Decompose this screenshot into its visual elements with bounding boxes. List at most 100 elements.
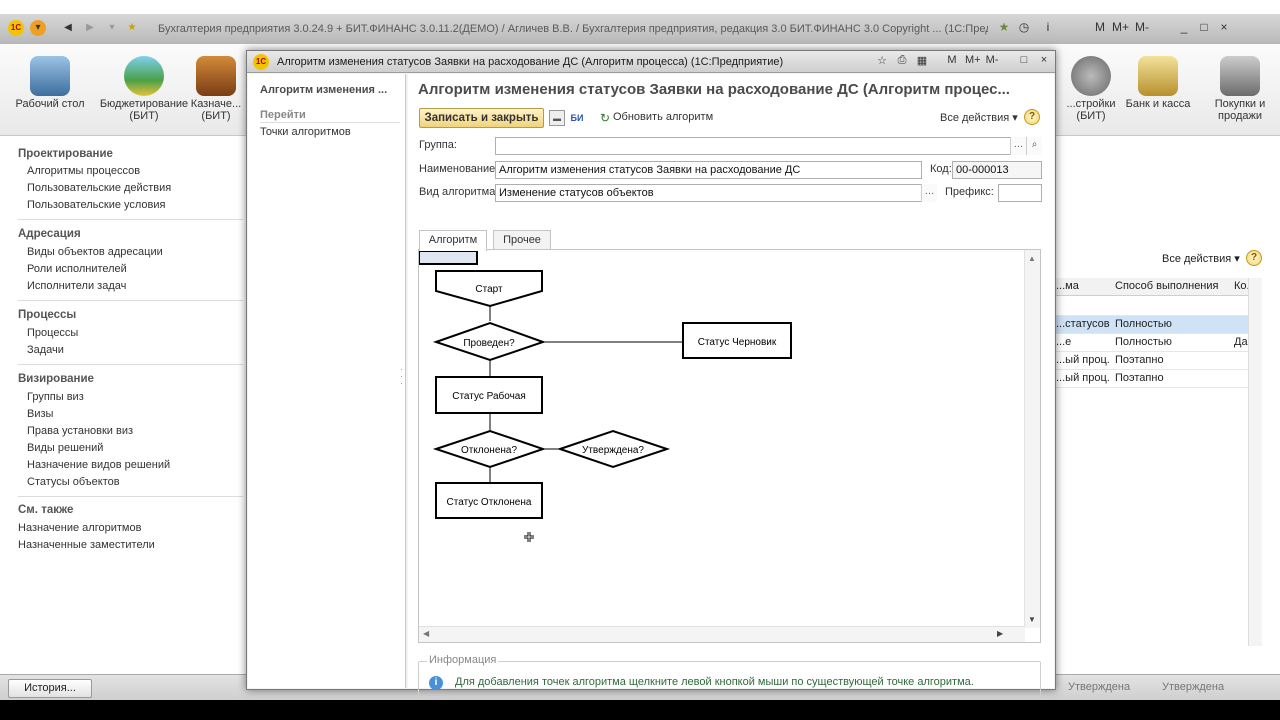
m-plus-button[interactable]: M+ <box>1112 20 1129 34</box>
info-icon: i <box>429 676 443 690</box>
prefix-field[interactable] <box>998 184 1042 202</box>
scroll-down-icon[interactable]: ▼ <box>1028 615 1036 624</box>
refresh-icon[interactable]: ↻ <box>597 110 613 126</box>
nav-item-processes[interactable]: Процессы <box>27 327 78 339</box>
1c-logo-icon[interactable]: 1С <box>8 20 24 36</box>
history-button[interactable]: История... <box>8 679 92 698</box>
horizontal-scrollbar[interactable]: ◀ ▶ <box>419 626 1025 642</box>
section-label: Казначе... (БИТ) <box>190 98 242 122</box>
link-icon[interactable]: ⎙ <box>895 54 909 67</box>
favorite-icon[interactable]: ☆ <box>875 54 889 67</box>
code-field[interactable]: 00-000013 <box>952 161 1042 179</box>
section-desktop[interactable]: Рабочий стол <box>2 44 98 110</box>
section-label: Покупки и продажи <box>1214 98 1266 122</box>
close-button[interactable]: × <box>1037 54 1051 66</box>
select-button[interactable]: … <box>921 184 937 202</box>
selection-frame[interactable] <box>419 250 478 265</box>
nav-item-visas[interactable]: Визы <box>27 408 53 420</box>
desktop-icon <box>30 56 70 96</box>
vertical-scrollbar[interactable]: ▲ ▼ <box>1024 250 1040 628</box>
divider <box>18 496 243 497</box>
move-cursor-icon <box>524 532 534 542</box>
vertical-scrollbar[interactable] <box>1248 278 1262 646</box>
table-row[interactable] <box>1056 298 1248 316</box>
splitter-handle[interactable]: · · · <box>400 365 403 388</box>
refresh-algorithm-button[interactable]: Обновить алгоритм <box>613 111 713 123</box>
m-button[interactable]: M <box>1092 20 1108 34</box>
nav-group-title: Адресация <box>18 228 81 240</box>
nav-item-tasks[interactable]: Задачи <box>27 344 64 356</box>
nav-item-process-algorithms[interactable]: Алгоритмы процессов <box>27 165 140 177</box>
help-icon[interactable]: ? <box>1024 109 1040 125</box>
help-icon[interactable]: ? <box>1246 250 1262 266</box>
star-icon[interactable]: ★ <box>996 20 1012 34</box>
nav-item-visa-rights[interactable]: Права установки виз <box>27 425 133 437</box>
calendar-icon[interactable]: ▦ <box>915 54 929 67</box>
save-icon[interactable]: ▬ <box>549 110 565 126</box>
dropdown-icon[interactable]: ▾ <box>104 20 120 36</box>
nav-item-decision-assign[interactable]: Назначение видов решений <box>27 459 170 471</box>
column-header[interactable]: ...ма <box>1056 280 1110 292</box>
all-actions-menu[interactable]: Все действия ▾ <box>940 111 1018 124</box>
nav-item-user-conditions[interactable]: Пользовательские условия <box>27 199 166 211</box>
settings-gear-icon <box>1071 56 1111 96</box>
window-navigation: Алгоритм изменения ... Перейти Точки алг… <box>248 74 406 688</box>
m-icon[interactable]: i <box>1040 20 1056 34</box>
save-and-close-button[interactable]: Записать и закрыть <box>419 108 544 128</box>
all-actions-menu[interactable]: Все действия ▾ <box>1162 252 1240 265</box>
bit-icon[interactable]: БИ <box>569 110 585 126</box>
nav-item-algorithm-assign[interactable]: Назначение алгоритмов <box>18 522 141 534</box>
table-row[interactable]: ...е Полностью Да <box>1056 334 1248 352</box>
nav-group-title: Проектирование <box>18 148 113 160</box>
forward-icon[interactable]: ▶ <box>82 20 98 36</box>
nav-item-visa-groups[interactable]: Группы виз <box>27 391 84 403</box>
nav-item-algorithm-points[interactable]: Точки алгоритмов <box>260 126 351 138</box>
section-budget[interactable]: Бюджетирование (БИТ) <box>96 44 192 122</box>
maximize-button[interactable]: □ <box>1017 54 1031 66</box>
nav-item-task-executors[interactable]: Исполнители задач <box>27 280 126 292</box>
column-header[interactable]: Ко... <box>1234 280 1248 292</box>
m-minus-button[interactable]: M- <box>1134 20 1150 34</box>
back-icon[interactable]: ◀ <box>60 20 76 36</box>
tab-other[interactable]: Прочее <box>493 230 551 250</box>
section-bank[interactable]: Банк и касса <box>1110 44 1206 110</box>
select-button[interactable]: … <box>1010 137 1026 155</box>
scroll-left-icon[interactable]: ◀ <box>423 629 429 638</box>
nav-item-object-statuses[interactable]: Статусы объектов <box>27 476 120 488</box>
search-icon[interactable]: ⌕ <box>1026 137 1042 155</box>
scroll-right-icon[interactable]: ▶ <box>997 629 1003 638</box>
name-label: Наименование: <box>419 163 499 175</box>
status-item[interactable]: Утверждена <box>1162 681 1224 693</box>
algorithm-diagram-canvas[interactable]: Старт Проведен? Статус Черновик Статус Р… <box>418 249 1041 643</box>
algorithm-window: 1С Алгоритм изменения статусов Заявки на… <box>246 50 1056 697</box>
minimize-button[interactable]: _ <box>1176 20 1192 34</box>
m-minus-button[interactable]: M- <box>985 54 999 66</box>
window-titlebar[interactable]: 1С Алгоритм изменения статусов Заявки на… <box>247 51 1055 73</box>
tab-algorithm[interactable]: Алгоритм <box>419 230 487 251</box>
section-treasury[interactable]: Казначе... (БИТ) <box>188 44 244 122</box>
history-icon[interactable]: ◷ <box>1016 20 1032 34</box>
menu-arrow-icon[interactable]: ▾ <box>30 20 46 36</box>
scroll-up-icon[interactable]: ▲ <box>1028 254 1036 263</box>
nav-item-user-actions[interactable]: Пользовательские действия <box>27 182 171 194</box>
m-button[interactable]: M <box>945 54 959 66</box>
close-button[interactable]: × <box>1216 20 1232 34</box>
nav-item-deputies[interactable]: Назначенные заместители <box>18 539 155 551</box>
nav-header[interactable]: Алгоритм изменения ... <box>260 84 400 96</box>
nav-item-decision-kinds[interactable]: Виды решений <box>27 442 103 454</box>
name-field[interactable]: Алгоритм изменения статусов Заявки на ра… <box>495 161 922 179</box>
maximize-button[interactable]: □ <box>1196 20 1212 34</box>
favorites-star-icon[interactable]: ★ <box>124 20 140 36</box>
nav-item-executor-roles[interactable]: Роли исполнителей <box>27 263 127 275</box>
m-plus-button[interactable]: M+ <box>965 54 981 66</box>
algorithm-kind-field[interactable]: Изменение статусов объектов <box>495 184 937 202</box>
table-cell: ...е <box>1056 336 1072 348</box>
table-row[interactable]: ...ый проц... Поэтапно <box>1056 370 1248 388</box>
group-field[interactable] <box>495 137 1042 155</box>
table-row[interactable]: ...ый проц... Поэтапно <box>1056 352 1248 370</box>
column-header[interactable]: Способ выполнения <box>1115 280 1227 292</box>
status-item[interactable]: Утверждена <box>1068 681 1130 693</box>
nav-item-addressing-objects[interactable]: Виды объектов адресации <box>27 246 163 258</box>
table-row[interactable]: ...статусов... Полностью <box>1056 316 1248 334</box>
section-purchases[interactable]: Покупки и продажи <box>1200 44 1280 122</box>
